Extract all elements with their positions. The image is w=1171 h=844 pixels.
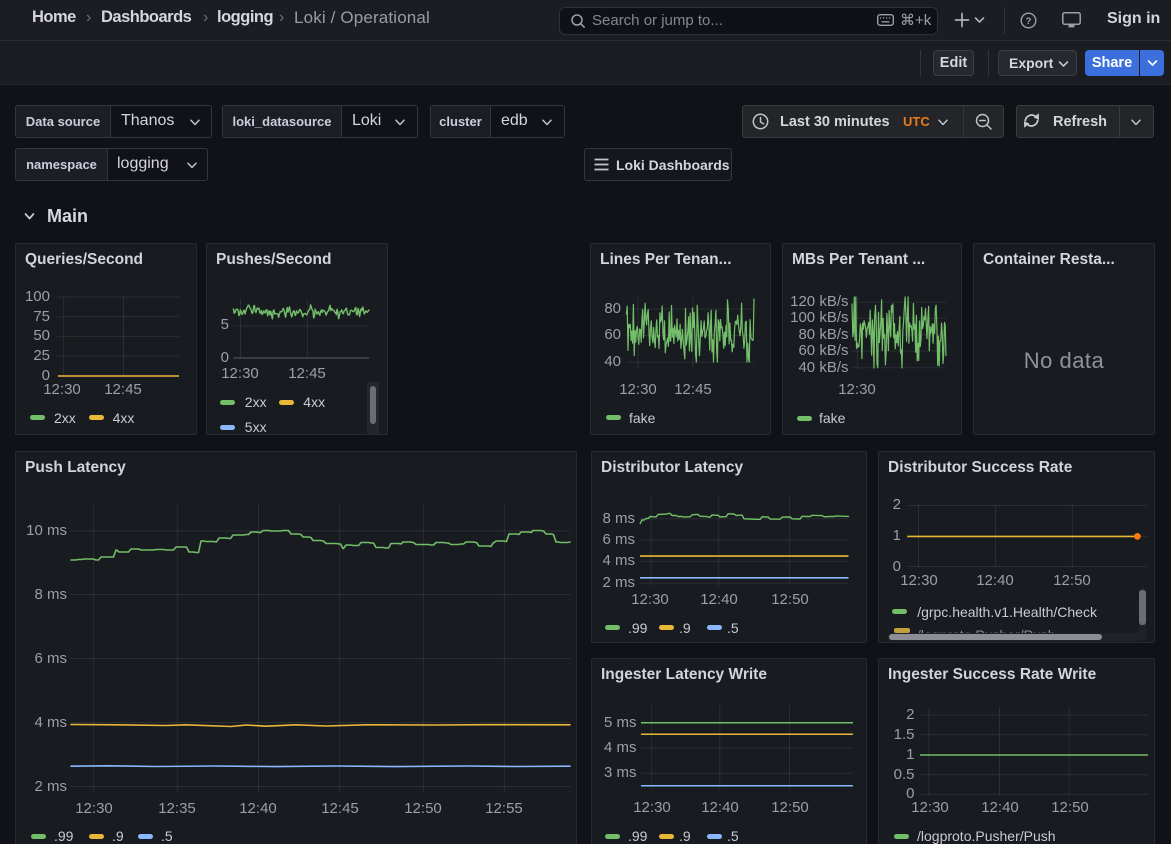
svg-text:?: ?: [1026, 16, 1032, 27]
